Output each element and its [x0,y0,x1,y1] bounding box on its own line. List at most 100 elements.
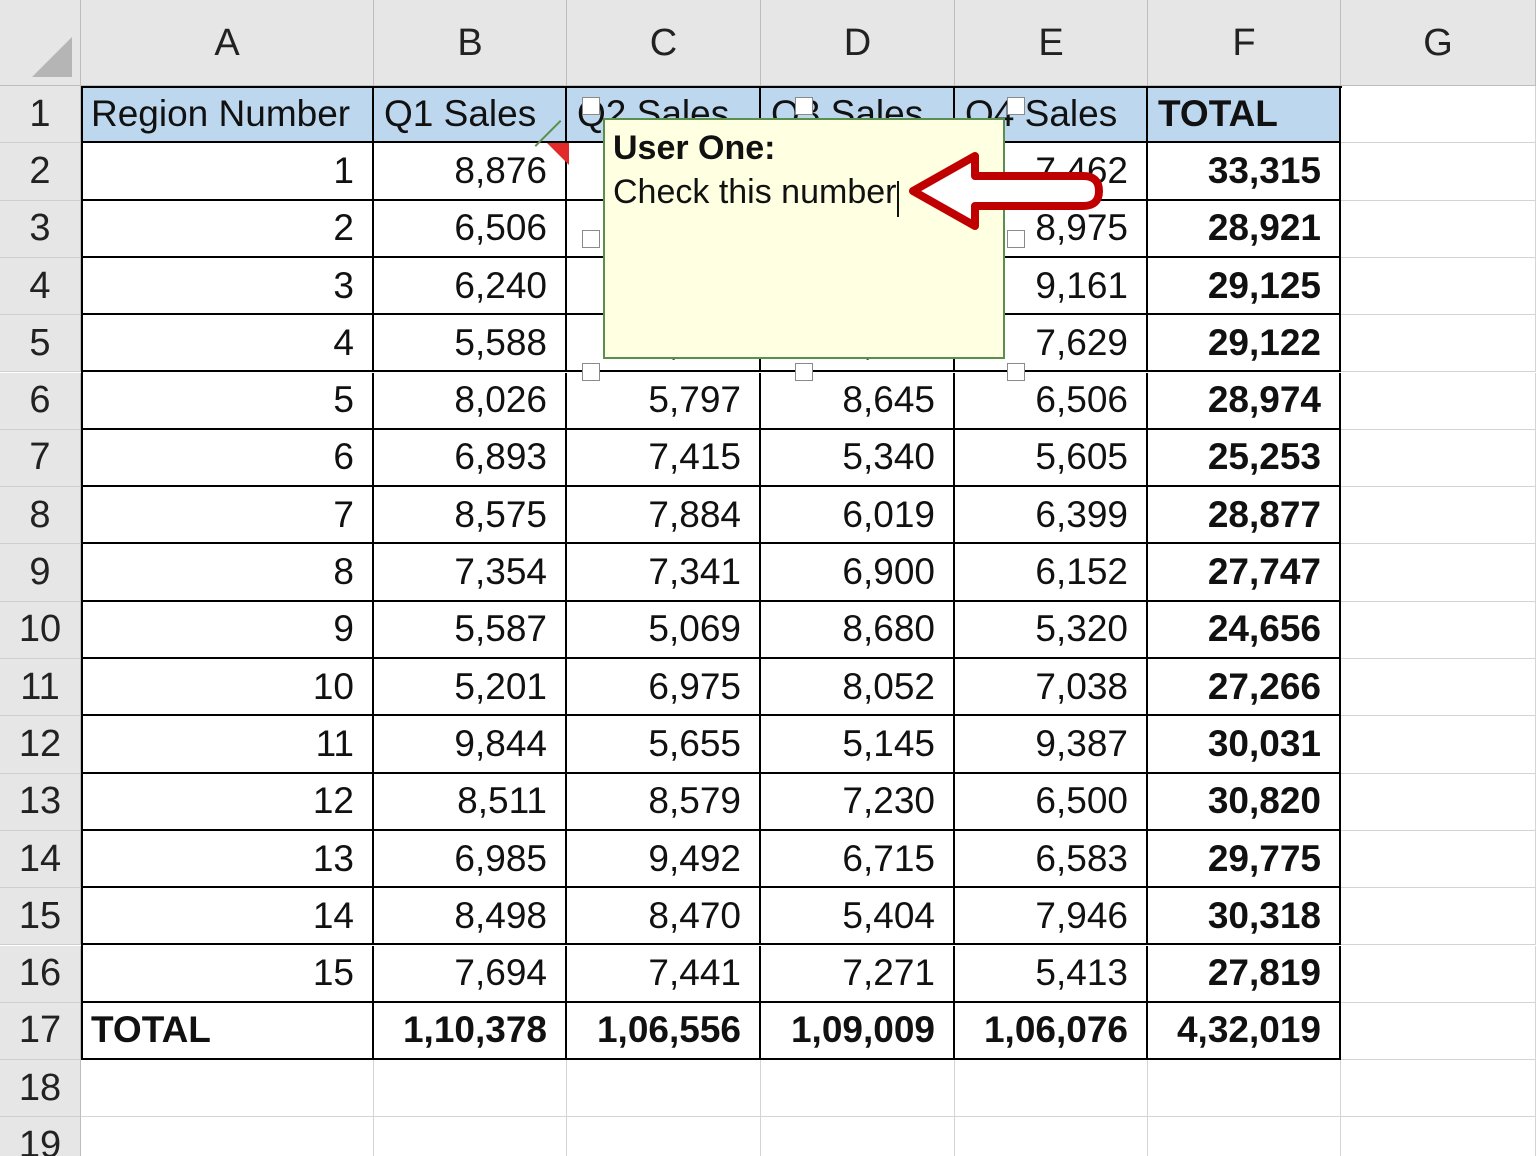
cell-f9[interactable]: 27,747 [1148,544,1341,602]
cell-f1[interactable]: TOTAL [1148,86,1341,144]
cell-d18[interactable] [761,1060,955,1118]
cell-d17[interactable]: 1,09,009 [761,1002,955,1061]
cell-a3[interactable]: 2 [81,200,374,258]
column-header-a[interactable]: A [81,0,374,86]
cell-b12[interactable]: 9,844 [374,716,567,774]
cell-b18[interactable] [374,1060,567,1118]
cell-c19[interactable] [567,1117,761,1156]
cell-a9[interactable]: 8 [81,544,374,602]
cell-g13[interactable] [1341,773,1536,831]
cell-c6[interactable]: 5,797 [567,372,761,430]
cell-g3[interactable] [1341,200,1536,258]
column-header-f[interactable]: F [1148,0,1341,86]
cell-b19[interactable] [374,1117,567,1156]
cell-a12[interactable]: 11 [81,716,374,774]
row-header-14[interactable]: 14 [0,830,81,889]
cell-g14[interactable] [1341,830,1536,889]
cell-c16[interactable]: 7,441 [567,945,761,1003]
cell-e7[interactable]: 5,605 [955,429,1148,488]
cell-g1[interactable] [1341,86,1536,144]
comment-body-line[interactable]: Check this number [613,173,900,217]
cell-c12[interactable]: 5,655 [567,716,761,774]
cell-a16[interactable]: 15 [81,945,374,1003]
cell-b2[interactable]: 8,876 [374,143,567,201]
row-header-10[interactable]: 10 [0,601,81,659]
column-header-d[interactable]: D [761,0,955,86]
row-header-13[interactable]: 13 [0,773,81,831]
cell-g10[interactable] [1341,601,1536,659]
cell-e12[interactable]: 9,387 [955,716,1148,774]
cell-d15[interactable]: 5,404 [761,888,955,946]
cell-a17[interactable]: TOTAL [81,1002,374,1061]
column-header-b[interactable]: B [374,0,567,86]
cell-g17[interactable] [1341,1002,1536,1061]
cell-a2[interactable]: 1 [81,143,374,201]
row-header-12[interactable]: 12 [0,716,81,774]
comment-resize-handle[interactable] [795,363,813,381]
cell-c9[interactable]: 7,341 [567,544,761,602]
comment-text[interactable]: Check this number [613,173,896,211]
comment-resize-handle[interactable] [582,97,600,115]
cell-d13[interactable]: 7,230 [761,773,955,831]
cell-e16[interactable]: 5,413 [955,945,1148,1003]
cell-f10[interactable]: 24,656 [1148,601,1341,659]
row-header-11[interactable]: 11 [0,659,81,717]
cell-f17[interactable]: 4,32,019 [1148,1002,1341,1061]
cell-a5[interactable]: 4 [81,315,374,373]
cell-d14[interactable]: 6,715 [761,830,955,889]
cell-d12[interactable]: 5,145 [761,716,955,774]
row-header-4[interactable]: 4 [0,257,81,316]
cell-f16[interactable]: 27,819 [1148,945,1341,1003]
cell-e8[interactable]: 6,399 [955,487,1148,545]
row-header-17[interactable]: 17 [0,1002,81,1061]
cell-g8[interactable] [1341,487,1536,545]
cell-f15[interactable]: 30,318 [1148,888,1341,946]
comment-resize-handle[interactable] [582,363,600,381]
cell-e18[interactable] [955,1060,1148,1118]
cell-f13[interactable]: 30,820 [1148,773,1341,831]
row-header-8[interactable]: 8 [0,487,81,545]
cell-g6[interactable] [1341,372,1536,430]
cell-f19[interactable] [1148,1117,1341,1156]
cell-f18[interactable] [1148,1060,1341,1118]
cell-g4[interactable] [1341,257,1536,316]
cell-a11[interactable]: 10 [81,659,374,717]
cell-b3[interactable]: 6,506 [374,200,567,258]
row-header-5[interactable]: 5 [0,315,81,373]
cell-g7[interactable] [1341,429,1536,488]
cell-a14[interactable]: 13 [81,830,374,889]
cell-b6[interactable]: 8,026 [374,372,567,430]
cell-d19[interactable] [761,1117,955,1156]
cell-a8[interactable]: 7 [81,487,374,545]
cell-f11[interactable]: 27,266 [1148,659,1341,717]
cell-a19[interactable] [81,1117,374,1156]
cell-b7[interactable]: 6,893 [374,429,567,488]
cell-c13[interactable]: 8,579 [567,773,761,831]
column-header-e[interactable]: E [955,0,1148,86]
cell-d10[interactable]: 8,680 [761,601,955,659]
cell-c17[interactable]: 1,06,556 [567,1002,761,1061]
row-header-9[interactable]: 9 [0,544,81,602]
cell-b11[interactable]: 5,201 [374,659,567,717]
comment-resize-handle[interactable] [582,230,600,248]
select-all-button[interactable] [0,0,81,86]
cell-d9[interactable]: 6,900 [761,544,955,602]
cell-d6[interactable]: 8,645 [761,372,955,430]
cell-e14[interactable]: 6,583 [955,830,1148,889]
cell-g9[interactable] [1341,544,1536,602]
row-header-18[interactable]: 18 [0,1060,81,1118]
cell-a7[interactable]: 6 [81,429,374,488]
cell-f6[interactable]: 28,974 [1148,372,1341,430]
comment-resize-handle[interactable] [1007,363,1025,381]
cell-g11[interactable] [1341,659,1536,717]
cell-b4[interactable]: 6,240 [374,257,567,316]
cell-c8[interactable]: 7,884 [567,487,761,545]
cell-g5[interactable] [1341,315,1536,373]
cell-g19[interactable] [1341,1117,1536,1156]
cell-d8[interactable]: 6,019 [761,487,955,545]
cell-b9[interactable]: 7,354 [374,544,567,602]
cell-e9[interactable]: 6,152 [955,544,1148,602]
cell-c11[interactable]: 6,975 [567,659,761,717]
row-header-6[interactable]: 6 [0,372,81,430]
cell-b14[interactable]: 6,985 [374,830,567,889]
